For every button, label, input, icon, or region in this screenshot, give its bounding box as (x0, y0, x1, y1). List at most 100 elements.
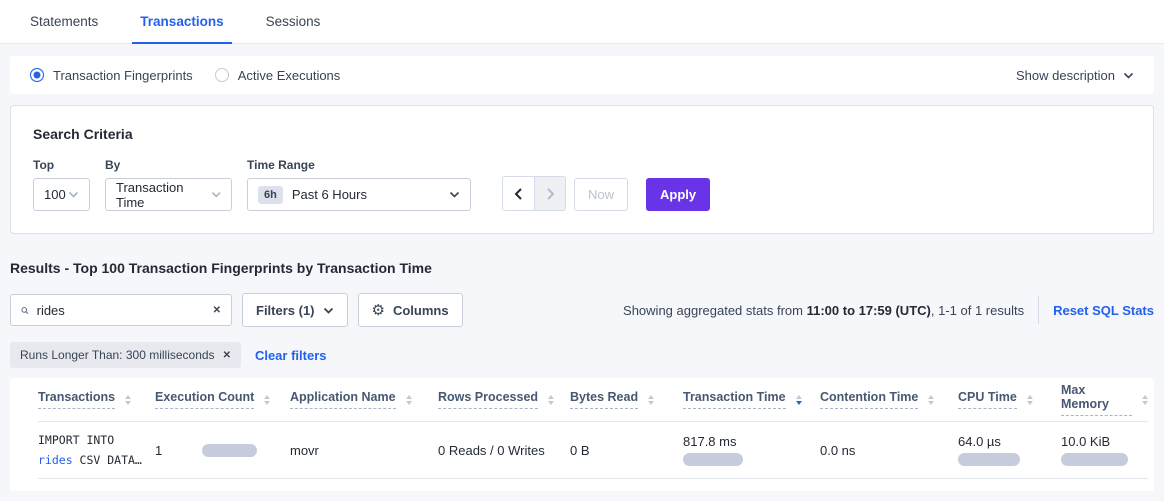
search-input[interactable] (37, 303, 213, 318)
column-header-bytes-read: Bytes Read (570, 390, 683, 409)
column-label[interactable]: Application Name (290, 390, 396, 409)
column-label[interactable]: Bytes Read (570, 390, 638, 409)
sort-icon-active-desc[interactable] (796, 395, 802, 405)
column-label[interactable]: Rows Processed (438, 390, 538, 409)
cpu-time-bar (958, 453, 1020, 466)
search-criteria-card: Search Criteria Top 100 By Transaction T… (10, 105, 1154, 234)
now-button[interactable]: Now (574, 178, 628, 211)
statement-link[interactable]: rides (38, 453, 73, 467)
filters-label: Filters (1) (256, 303, 315, 318)
clear-search-icon[interactable]: ✕ (213, 305, 221, 316)
column-header-transaction-time: Transaction Time (683, 390, 820, 409)
search-criteria-title: Search Criteria (33, 126, 1131, 142)
cpu-time-cell: 64.0 µs (958, 434, 1061, 466)
transaction-time-value: 817.8 ms (683, 434, 820, 449)
sort-icon[interactable] (264, 395, 270, 405)
sort-icon[interactable] (928, 395, 934, 405)
apply-button[interactable]: Apply (646, 178, 710, 211)
results-heading: Results - Top 100 Transaction Fingerprin… (10, 260, 1154, 276)
columns-button[interactable]: ⚙ Columns (358, 293, 463, 327)
radio-unselected-icon (215, 68, 229, 82)
view-toggle-band: Transaction Fingerprints Active Executio… (10, 56, 1154, 94)
time-range-field: Time Range 6h Past 6 Hours (247, 158, 471, 211)
sort-icon[interactable] (1142, 395, 1148, 405)
top-select[interactable]: 100 (33, 178, 90, 211)
time-range-value: Past 6 Hours (292, 187, 367, 202)
tab-statements[interactable]: Statements (22, 0, 106, 43)
statement-line1: IMPORT INTO (38, 430, 155, 450)
by-select[interactable]: Transaction Time (105, 178, 232, 211)
sort-icon[interactable] (406, 395, 412, 405)
reset-sql-stats-link[interactable]: Reset SQL Stats (1053, 303, 1154, 318)
divider (1038, 296, 1039, 324)
column-header-execution-count: Execution Count (155, 390, 290, 409)
aggregated-stats-text: Showing aggregated stats from 11:00 to 1… (623, 303, 1024, 318)
column-label[interactable]: Transactions (38, 390, 115, 409)
clear-filters-link[interactable]: Clear filters (255, 348, 327, 363)
column-label[interactable]: Max Memory (1061, 383, 1132, 416)
max-memory-cell: 10.0 KiB (1061, 434, 1148, 466)
radio-transaction-fingerprints[interactable]: Transaction Fingerprints (30, 68, 193, 83)
column-label[interactable]: Transaction Time (683, 390, 786, 409)
application-name-cell: movr (290, 443, 438, 458)
time-nav-group (502, 176, 566, 211)
rows-processed-cell: 0 Reads / 0 Writes (438, 443, 570, 458)
sort-icon[interactable] (648, 395, 654, 405)
table-row: IMPORT INTO rides CSV DATA… 1 movr 0 Rea… (38, 422, 1148, 479)
active-filters-row: Runs Longer Than: 300 milliseconds ✕ Cle… (10, 342, 1154, 368)
chevron-down-icon (323, 307, 334, 314)
results-table: Transactions Execution Count Application… (10, 378, 1154, 491)
show-description-toggle[interactable]: Show description (1016, 68, 1134, 83)
column-label[interactable]: CPU Time (958, 390, 1017, 409)
columns-label: Columns (393, 303, 449, 318)
transaction-statement-cell[interactable]: IMPORT INTO rides CSV DATA… (38, 430, 155, 470)
sort-icon[interactable] (125, 395, 131, 405)
contention-time-cell: 0.0 ns (820, 443, 958, 458)
max-memory-bar (1061, 453, 1128, 466)
column-label[interactable]: Contention Time (820, 390, 918, 409)
chevron-down-icon (211, 191, 221, 198)
top-select-value: 100 (44, 187, 66, 202)
time-range-badge: 6h (258, 186, 283, 204)
gear-icon: ⚙ (372, 303, 385, 318)
filters-button[interactable]: Filters (1) (242, 293, 348, 327)
sort-icon[interactable] (548, 395, 554, 405)
filter-tag-label: Runs Longer Than: 300 milliseconds (20, 348, 215, 362)
column-header-transactions: Transactions (38, 390, 155, 409)
stats-suffix: , 1-1 of 1 results (931, 303, 1024, 318)
tab-sessions[interactable]: Sessions (258, 0, 329, 43)
arrow-right-icon (546, 188, 555, 200)
time-prev-button[interactable] (503, 177, 534, 210)
search-icon (21, 304, 29, 317)
cpu-time-value: 64.0 µs (958, 434, 1061, 449)
column-header-application-name: Application Name (290, 390, 438, 409)
stats-time-range: 11:00 to 17:59 (UTC) (807, 303, 931, 318)
statement-line2: rides CSV DATA… (38, 450, 155, 470)
bytes-read-cell: 0 B (570, 443, 683, 458)
chevron-down-icon (68, 191, 79, 198)
column-label[interactable]: Execution Count (155, 390, 254, 409)
transaction-time-cell: 817.8 ms (683, 434, 820, 466)
arrow-left-icon (514, 188, 523, 200)
chevron-down-icon (1123, 72, 1134, 79)
stats-prefix: Showing aggregated stats from (623, 303, 807, 318)
tab-transactions[interactable]: Transactions (132, 0, 231, 43)
radio-active-executions[interactable]: Active Executions (215, 68, 341, 83)
top-field: Top 100 (33, 158, 90, 211)
filter-tag: Runs Longer Than: 300 milliseconds ✕ (10, 342, 241, 368)
page-tabs: Statements Transactions Sessions (0, 0, 1164, 44)
by-label: By (105, 158, 232, 172)
time-range-select[interactable]: 6h Past 6 Hours (247, 178, 471, 211)
execution-count-value: 1 (155, 443, 162, 458)
chevron-down-icon (449, 191, 460, 198)
remove-filter-icon[interactable]: ✕ (223, 350, 231, 361)
column-header-rows-processed: Rows Processed (438, 390, 570, 409)
search-box[interactable]: ✕ (10, 294, 232, 326)
execution-count-cell: 1 (155, 443, 290, 458)
by-field: By Transaction Time (105, 158, 232, 211)
column-header-contention-time: Contention Time (820, 390, 958, 409)
sort-icon[interactable] (1027, 395, 1033, 405)
time-next-button[interactable] (534, 177, 565, 210)
time-range-label: Time Range (247, 158, 471, 172)
radio-label: Transaction Fingerprints (53, 68, 193, 83)
